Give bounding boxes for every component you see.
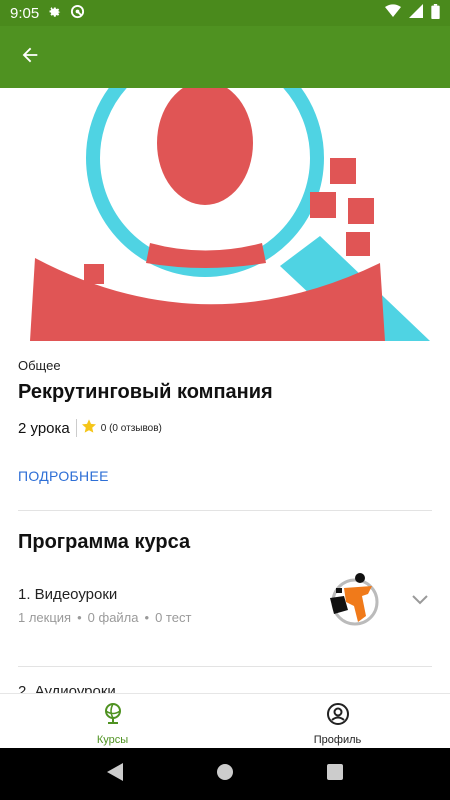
module-name: 1. Видеоуроки (18, 586, 118, 603)
system-navigation (0, 748, 450, 800)
course-category: Общее (18, 358, 61, 373)
module-item[interactable]: 2. Аудиоуроки (0, 667, 450, 693)
course-title: Рекрутинговый компания (18, 381, 273, 403)
status-time: 9:05 (10, 4, 40, 22)
signal-icon (409, 4, 423, 22)
arrow-left-icon (19, 44, 41, 71)
nav-item-courses[interactable]: Курсы (0, 694, 225, 748)
lessons-count: 2 урока (18, 419, 70, 437)
star-icon (81, 418, 97, 438)
profile-icon (326, 702, 350, 731)
module-item[interactable]: 1. Видеоуроки 1 лекция • 0 файла • 0 тест (0, 554, 450, 666)
module-stat-lectures: 1 лекция (18, 610, 72, 625)
course-content[interactable]: Общее Рекрутинговый компания 2 урока 0 (… (0, 88, 450, 693)
wifi-icon (385, 4, 401, 22)
system-back-button[interactable] (95, 754, 135, 794)
battery-icon (431, 3, 440, 23)
module-stats: 1 лекция • 0 файла • 0 тест (18, 610, 192, 625)
back-button[interactable] (16, 43, 44, 71)
more-details-link[interactable]: ПОДРОБНЕЕ (18, 468, 109, 484)
program-title: Программа курса (18, 531, 191, 553)
gear-icon (47, 4, 62, 23)
module-stat-files: 0 файла (87, 610, 139, 625)
status-bar: 9:05 (0, 0, 450, 26)
app-bar (0, 26, 450, 88)
rating-text: 0 (0 отзывов) (100, 422, 162, 434)
chevron-down-icon[interactable] (408, 588, 432, 612)
module-stat-tests: 0 тест (155, 610, 192, 625)
at-sign-icon (70, 4, 85, 23)
bottom-navigation: Курсы Профиль (0, 693, 450, 748)
course-meta: 2 урока 0 (0 отзывов) (18, 418, 432, 438)
module-name: 2. Аудиоуроки (18, 683, 116, 693)
circle-home-icon (216, 763, 234, 786)
square-recents-icon (327, 763, 343, 785)
module-logo-icon (322, 572, 384, 630)
course-cover-image (0, 88, 450, 341)
nav-label-courses: Курсы (96, 734, 129, 746)
section-divider (18, 510, 432, 511)
meta-divider (75, 419, 77, 437)
nav-label-profile: Профиль (313, 734, 362, 746)
nav-item-profile[interactable]: Профиль (225, 694, 450, 748)
triangle-back-icon (107, 762, 123, 786)
system-recents-button[interactable] (315, 754, 355, 794)
system-home-button[interactable] (205, 754, 245, 794)
globe-icon (101, 702, 125, 731)
